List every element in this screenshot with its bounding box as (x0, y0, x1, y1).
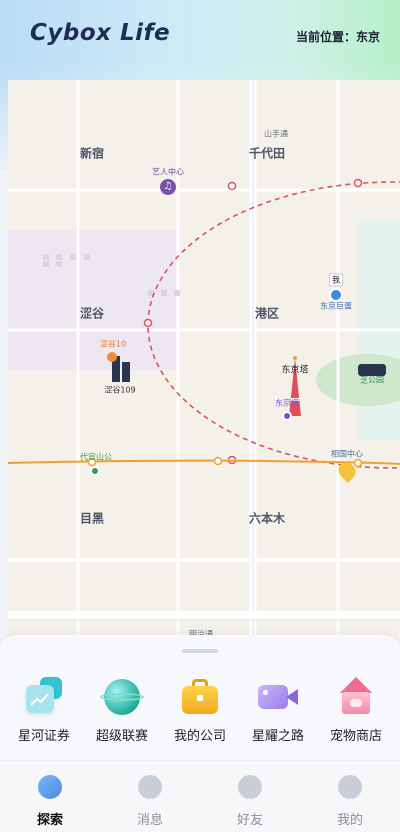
tab-explore-label: 探索 (36, 813, 63, 828)
feature-pet-shop[interactable]: 宠物商店 (317, 675, 395, 744)
tab-messages[interactable]: 消息 (110, 775, 190, 828)
video-camera-icon (256, 675, 300, 719)
district-shibuya[interactable]: 涩谷 (80, 305, 104, 322)
city-map[interactable]: 新宿 千代田 涩谷 港区 目黑 六本木 山手通 艺人中心 ♫ 涩谷10 涩谷10… (8, 80, 400, 640)
explore-icon (38, 775, 62, 799)
feature-star-road[interactable]: 星耀之路 (239, 675, 317, 744)
profile-icon (338, 775, 362, 799)
tokyotower-marker[interactable] (282, 411, 292, 421)
poi-shibuya10-label: 涩谷10 (99, 339, 127, 349)
tokyo-dome-icon[interactable] (329, 288, 343, 302)
feature-league[interactable]: 超级联赛 (83, 675, 161, 744)
daikanyama-marker[interactable] (90, 466, 100, 476)
tab-profile[interactable]: 我的 (310, 775, 390, 828)
friends-icon (238, 775, 262, 799)
tab-explore[interactable]: 探索 (10, 775, 90, 828)
district-shinjuku[interactable]: 新宿 (80, 145, 104, 162)
app-title: Cybox Life (30, 20, 171, 46)
park-badge[interactable] (358, 364, 386, 376)
district-minato[interactable]: 港区 (255, 305, 279, 322)
map-canvas (8, 80, 400, 640)
district-chiyoda[interactable]: 千代田 (249, 145, 285, 162)
feature-company-label: 我的公司 (173, 729, 226, 744)
tab-friends-label: 好友 (236, 813, 263, 828)
poi-daikanyama-label: 代官山公 (80, 452, 112, 462)
poi-tokyo-dome-label: 东京巨蛋 (320, 301, 352, 311)
feature-pet-shop-label: 宠物商店 (329, 729, 382, 744)
feature-league-label: 超级联赛 (95, 729, 148, 744)
poi-xiangguo-label: 相国中心 (331, 449, 363, 459)
globe-league-icon (100, 675, 144, 719)
park-label: 芝公园 (360, 375, 384, 385)
player-badge: 我 (329, 273, 343, 287)
district-roppongi[interactable]: 六本木 (249, 510, 285, 527)
feature-star-road-label: 星耀之路 (251, 729, 304, 744)
music-note-icon[interactable]: ♫ (160, 179, 176, 195)
poi-tower-tag: 东京塔 (275, 398, 299, 408)
feature-panel: 星河证券 超级联赛 我的公司 星耀之路 宠物商店 (0, 635, 400, 760)
drag-handle[interactable] (182, 649, 218, 653)
road-yamate: 山手通 (264, 129, 288, 139)
briefcase-icon (178, 675, 222, 719)
feature-stock-label: 星河证券 (17, 729, 70, 744)
bottom-tab-bar: 探索 消息 好友 我的 (0, 760, 400, 832)
poi-tokyotower-label: 东京塔 (281, 365, 309, 376)
tab-messages-label: 消息 (136, 813, 163, 828)
feature-company[interactable]: 我的公司 (161, 675, 239, 744)
feature-stock[interactable]: 星河证券 (5, 675, 83, 744)
district-meguro[interactable]: 目黑 (80, 510, 104, 527)
stock-chart-icon (22, 675, 66, 719)
tab-profile-label: 我的 (336, 813, 363, 828)
current-location[interactable]: 当前位置：东京 (296, 28, 380, 45)
poi-shibuya109-label: 涩谷109 (104, 385, 136, 395)
poi-music-label: 艺人中心 (152, 167, 184, 177)
message-icon (138, 775, 162, 799)
shibuya10-marker[interactable] (107, 352, 117, 362)
pet-house-icon (334, 675, 378, 719)
tab-friends[interactable]: 好友 (210, 775, 290, 828)
